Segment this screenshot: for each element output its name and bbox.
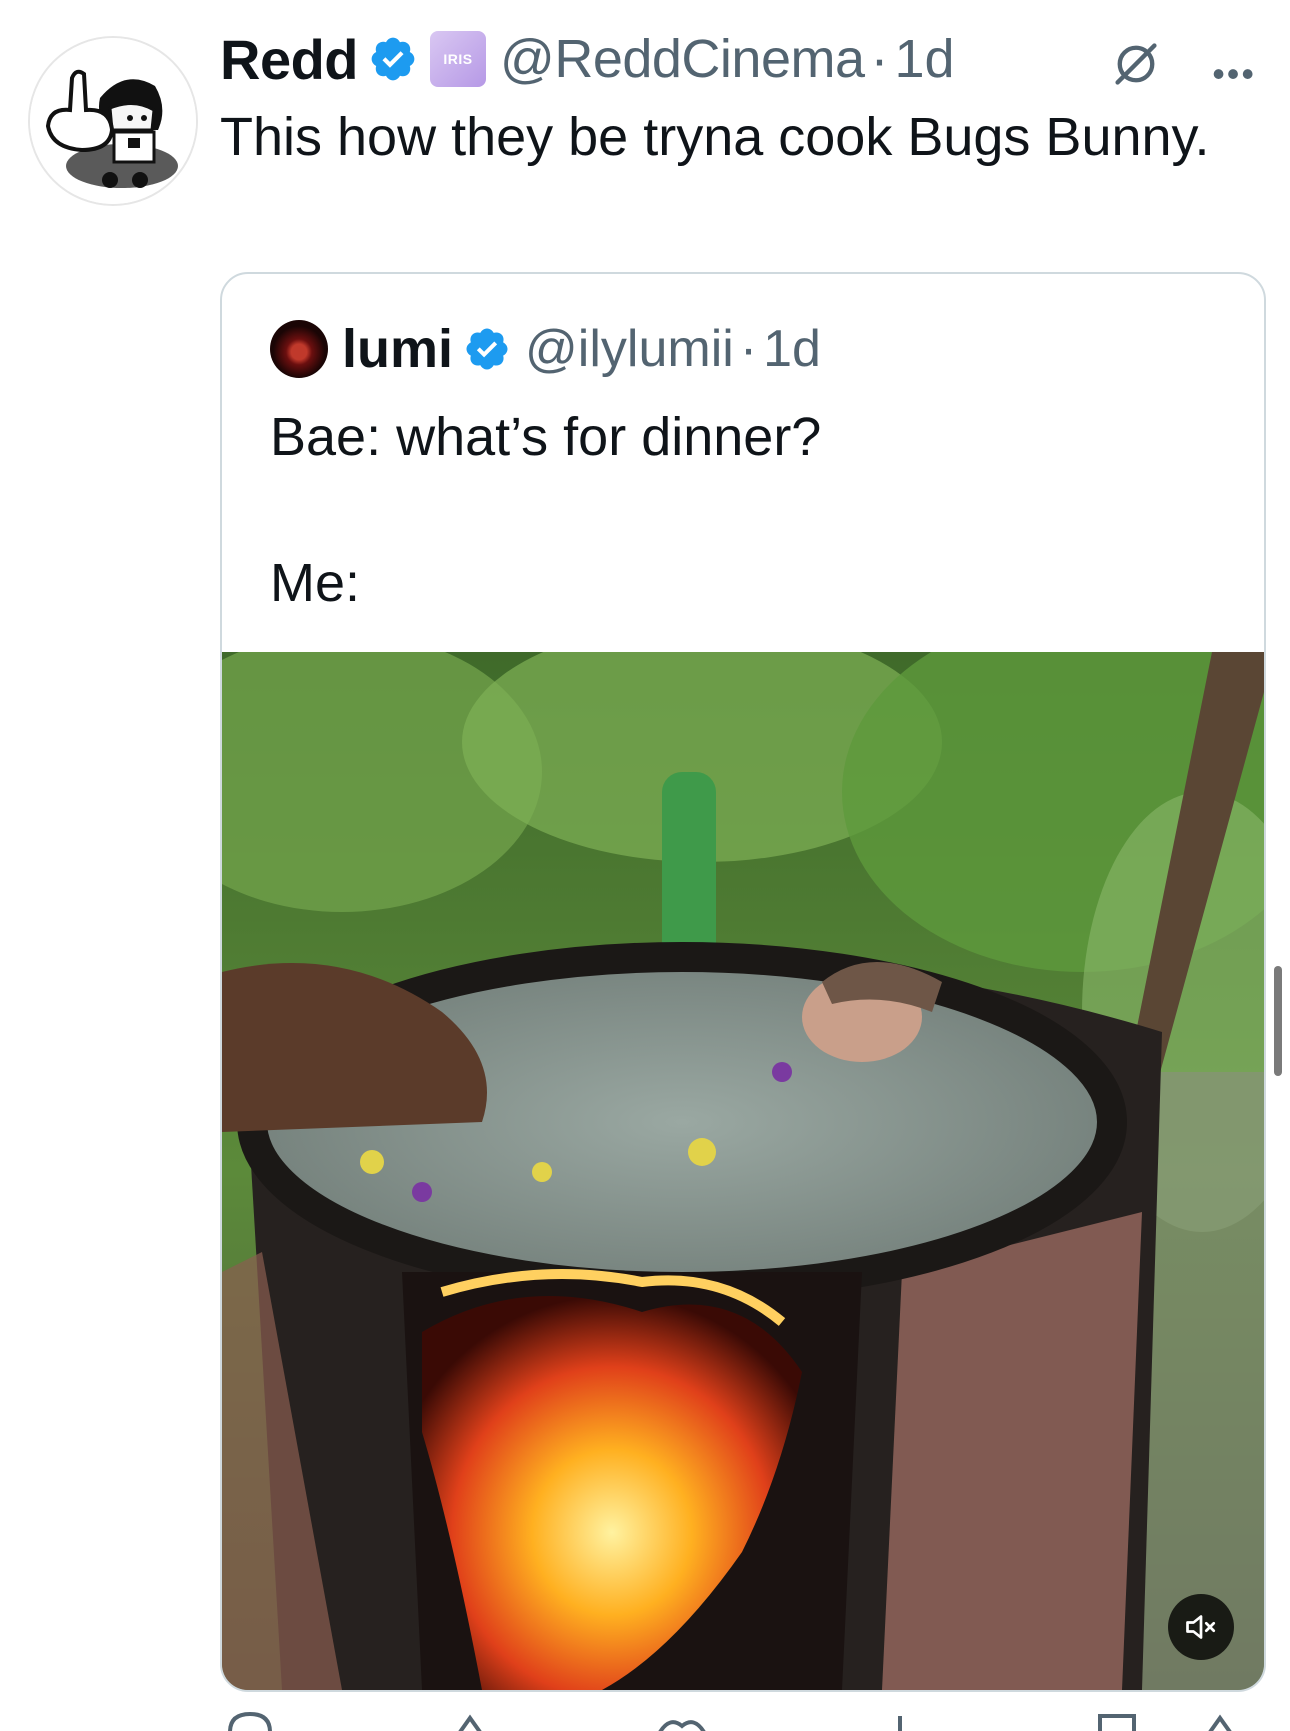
scrollbar[interactable] xyxy=(1274,966,1282,1076)
action-icons-clipped xyxy=(228,1712,1232,1731)
quoted-tweet[interactable]: lumi @ilylumii · 1d Bae: what’s for dinn… xyxy=(220,272,1266,1692)
video-player[interactable] xyxy=(222,652,1264,1690)
avatar-illustration xyxy=(30,38,196,204)
affiliate-badge[interactable]: IRIS xyxy=(430,31,486,87)
separator-dot: · xyxy=(870,29,889,89)
mute-button[interactable] xyxy=(1168,1594,1234,1660)
quoted-text-line: Me: xyxy=(270,553,361,613)
author-avatar[interactable] xyxy=(28,36,198,206)
tweet-timestamp[interactable]: 1d xyxy=(894,28,954,90)
quoted-author-name[interactable]: lumi xyxy=(342,318,453,380)
more-icon[interactable]: ••• xyxy=(1212,56,1256,92)
separator-dot: · xyxy=(739,320,758,378)
tweet-text: This how they be tryna cook Bugs Bunny. xyxy=(220,107,1210,167)
tweet-action-bar xyxy=(220,1712,1250,1731)
verified-badge-icon[interactable] xyxy=(368,34,418,84)
quoted-text-line: Bae: what’s for dinner? xyxy=(270,407,822,467)
quoted-timestamp[interactable]: 1d xyxy=(763,319,821,379)
muted-speaker-icon xyxy=(1186,1615,1216,1639)
video-frame xyxy=(222,652,1264,1690)
quoted-author-avatar[interactable] xyxy=(270,320,328,378)
quoted-author-handle[interactable]: @ilylumii xyxy=(525,319,734,379)
grok-icon[interactable] xyxy=(1110,38,1162,90)
author-name[interactable]: Redd xyxy=(220,27,359,92)
tweet-header: Redd IRIS @ReddCinema · 1d xyxy=(220,26,1260,92)
author-handle[interactable]: @ReddCinema xyxy=(500,28,865,90)
verified-badge-icon[interactable] xyxy=(463,325,511,373)
quoted-tweet-header: lumi @ilylumii · 1d xyxy=(270,318,821,380)
